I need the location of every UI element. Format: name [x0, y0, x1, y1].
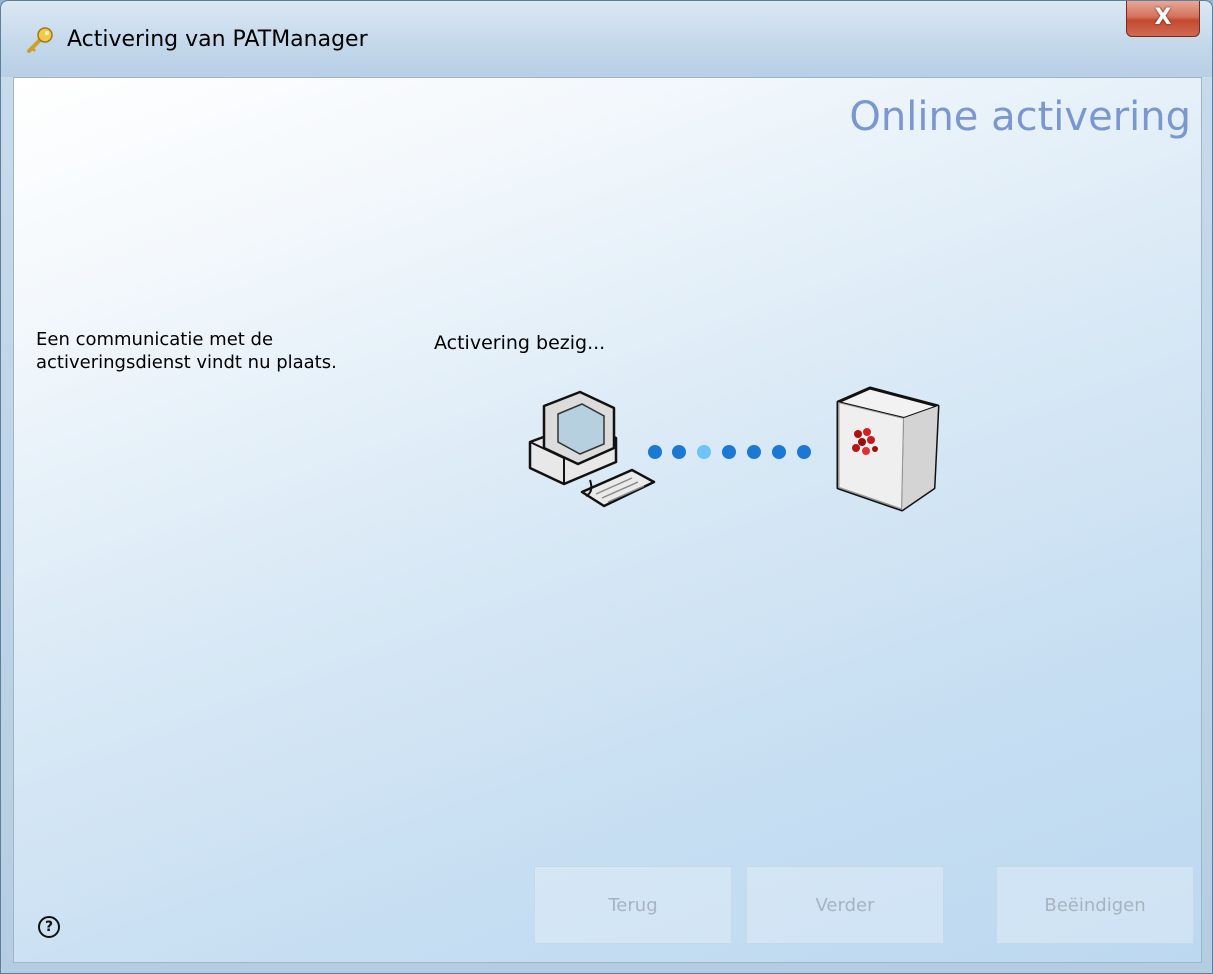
progress-dot	[648, 445, 662, 459]
next-button[interactable]: Verder	[746, 866, 944, 944]
page-title: Online activering	[849, 94, 1191, 140]
progress-dot	[722, 445, 736, 459]
progress-dot	[797, 445, 811, 459]
progress-dot	[747, 445, 761, 459]
progress-dot	[672, 445, 686, 459]
title-bar[interactable]: Activering van PATManager X	[1, 1, 1212, 77]
description-text: Een communicatie met de activeringsdiens…	[36, 328, 396, 374]
activation-window: Activering van PATManager X Online activ…	[0, 0, 1213, 974]
close-button[interactable]: X	[1126, 1, 1200, 37]
description-line-1: Een communicatie met de	[36, 329, 274, 350]
computer-icon	[528, 390, 656, 508]
wizard-panel: Online activering Een communicatie met d…	[13, 77, 1202, 963]
key-icon	[27, 27, 53, 53]
finish-button[interactable]: Beëindigen	[996, 866, 1194, 944]
close-icon: X	[1154, 5, 1172, 30]
progress-dot-active	[697, 445, 711, 459]
server-icon	[836, 386, 940, 512]
help-icon[interactable]: ?	[38, 916, 60, 938]
progress-dot	[772, 445, 786, 459]
description-line-2: activeringsdienst vindt nu plaats.	[36, 352, 337, 373]
window-title: Activering van PATManager	[67, 27, 368, 52]
back-button[interactable]: Terug	[534, 866, 732, 944]
status-text: Activering bezig...	[434, 332, 606, 354]
